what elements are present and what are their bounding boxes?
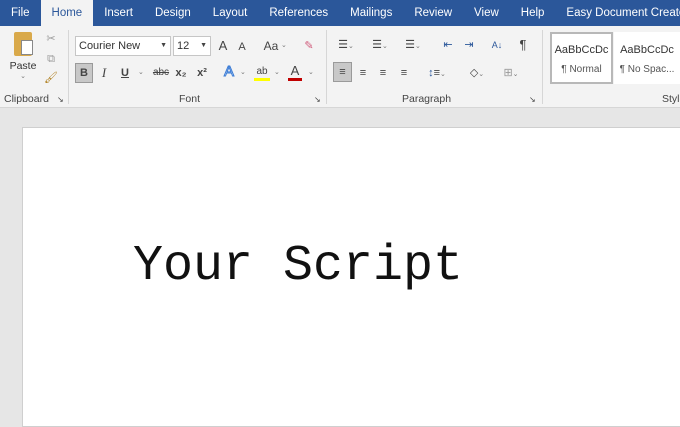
font-name-value: Courier New [79,40,141,52]
tab-review[interactable]: Review [403,0,463,26]
borders-button[interactable]: ⊞⌄ [498,64,524,82]
format-painter-icon[interactable]: 🖌 [44,69,58,87]
paragraph-group-label: Paragraph [402,93,452,105]
clipboard-group-label: Clipboard [4,93,49,105]
bullets-button[interactable]: ☰⌄ [334,36,358,54]
chevron-down-icon[interactable]: ⌄ [281,37,287,55]
chevron-down-icon[interactable]: ⌄ [138,64,144,82]
numbering-button[interactable]: ☰⌄ [368,36,392,54]
copy-icon[interactable]: ⧉ [44,50,58,68]
tab-design[interactable]: Design [144,0,202,26]
strikethrough-button[interactable]: abc [152,64,170,82]
dialog-launcher-icon[interactable]: ↘ [314,91,321,109]
decrease-indent-button[interactable]: ⇤ [440,36,456,54]
shrink-font-button[interactable]: A [236,38,248,56]
tab-file[interactable]: File [0,0,41,26]
align-right-button[interactable]: ≡ [376,64,390,82]
style-preview: AaBbCcDc [554,44,609,56]
tab-references[interactable]: References [258,0,339,26]
align-center-button[interactable]: ≡ [356,64,370,82]
separator [68,30,69,104]
style-preview: AaBbCcDc [620,44,674,56]
line-spacing-button[interactable]: ↕≡⌄ [424,64,450,82]
font-name-select[interactable]: Courier New ▼ [75,36,171,56]
italic-button[interactable]: I [98,64,110,82]
cut-icon[interactable]: ✂ [44,30,58,48]
underline-button[interactable]: U [119,64,131,82]
superscript-button[interactable]: x² [195,64,209,82]
style-name: ¶ No Spac... [619,64,675,75]
text-effects-button[interactable]: A [222,63,236,81]
change-case-button[interactable]: Aa [262,37,280,55]
styles-group-label: Styles [662,93,680,105]
font-group-label: Font [179,93,201,105]
increase-indent-button[interactable]: ⇥ [461,36,477,54]
subscript-button[interactable]: x₂ [174,64,188,82]
chevron-down-icon: ▼ [200,42,207,49]
style-no-spacing[interactable]: AaBbCcDc ¶ No Spac... [614,32,680,84]
bold-button[interactable]: B [75,63,93,83]
multilevel-list-button[interactable]: ☰⌄ [401,36,425,54]
chevron-down-icon: ▼ [160,42,167,49]
font-color-icon: A [290,63,300,78]
document-page[interactable]: Your Script [22,127,680,427]
highlight-button[interactable]: ab [254,62,270,81]
separator [326,30,327,104]
separator [542,30,543,104]
tab-home[interactable]: Home [40,0,94,26]
paste-button[interactable]: Paste ⌄ [8,32,38,84]
show-formatting-button[interactable]: ¶ [516,36,530,54]
tab-layout[interactable]: Layout [202,0,259,26]
font-size-value: 12 [177,40,190,52]
tab-insert[interactable]: Insert [93,0,144,26]
font-color-button[interactable]: A [288,62,302,81]
tab-easy-document-creator[interactable]: Easy Document Creator [555,0,680,26]
align-left-button[interactable]: ≡ [333,62,352,82]
ribbon: Paste ⌄ ✂ ⧉ 🖌 Clipboard ↘ Courier New ▼ 1… [0,26,680,108]
chevron-down-icon[interactable]: ⌄ [240,64,246,82]
chevron-down-icon[interactable]: ⌄ [274,64,280,82]
highlight-icon: ab [256,66,268,77]
tab-mailings[interactable]: Mailings [339,0,403,26]
shading-button[interactable]: ◇⌄ [464,64,490,82]
style-name: ¶ Normal [561,64,602,75]
tab-view[interactable]: View [463,0,510,26]
ribbon-tabs: File Home Insert Design Layout Reference… [0,0,680,26]
dialog-launcher-icon[interactable]: ↘ [529,91,536,109]
grow-font-button[interactable]: A [216,37,230,55]
font-size-select[interactable]: 12 ▼ [173,36,211,56]
sort-button[interactable]: A↓ [488,36,506,54]
paste-label: Paste [9,60,37,72]
clear-formatting-icon[interactable]: ✎ [302,37,316,55]
clipboard-icon [14,32,33,56]
dialog-launcher-icon[interactable]: ↘ [57,91,64,109]
style-normal[interactable]: AaBbCcDc ¶ Normal [550,32,613,84]
document-text[interactable]: Your Script [133,238,463,295]
tab-help[interactable]: Help [510,0,556,26]
justify-button[interactable]: ≡ [397,64,411,82]
chevron-down-icon[interactable]: ⌄ [308,64,314,82]
